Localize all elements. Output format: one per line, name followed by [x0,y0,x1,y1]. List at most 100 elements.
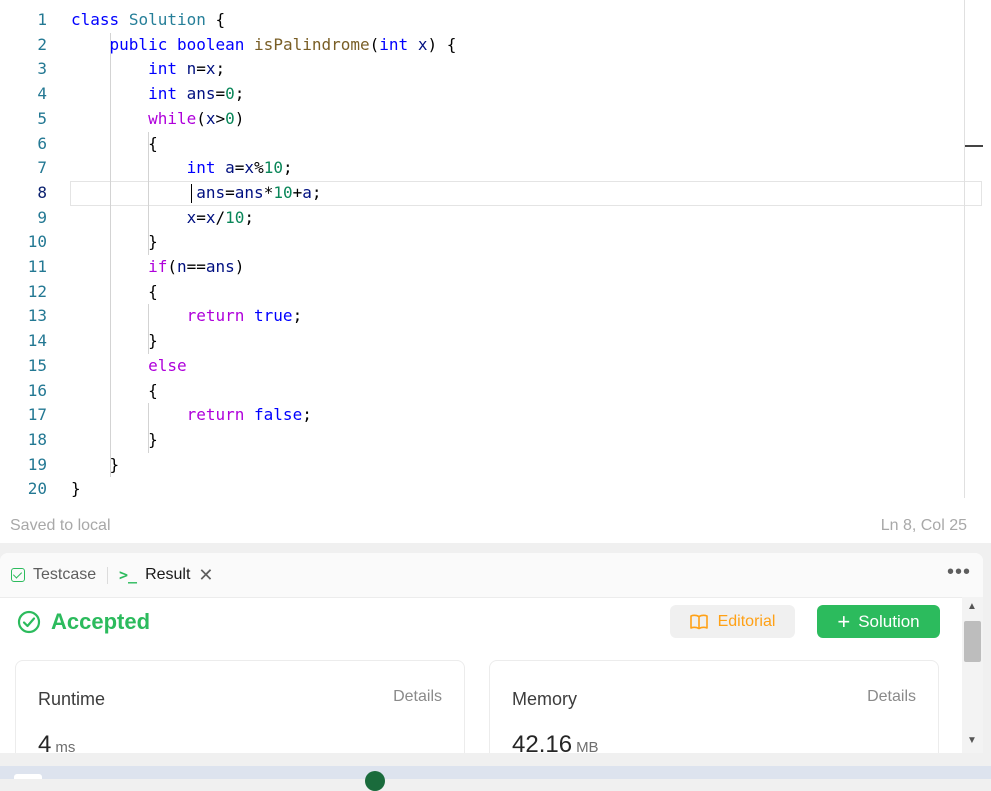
scroll-up-icon[interactable]: ▲ [967,601,977,612]
plus-icon: + [837,608,851,634]
line-number: 6 [37,133,47,153]
tab-result-label: Result [145,566,191,583]
code-text: { [71,380,158,400]
terminal-icon: >_ [119,566,138,584]
os-taskbar [0,766,991,791]
runtime-card: Runtime Details 4 ms [15,660,465,753]
line-number: 5 [37,108,47,128]
line-number: 9 [37,207,47,227]
code-line[interactable]: 11 if(n==ans) [0,255,982,280]
memory-details-link[interactable]: Details [867,688,916,706]
code-text: class Solution { [71,10,226,29]
tab-testcase-label: Testcase [33,566,97,583]
code-area[interactable]: 1 class Solution { 2 public boolean isPali… [0,8,982,498]
code-text: int a=x%10; [186,158,293,178]
book-icon [689,614,708,629]
code-text: } [71,429,158,449]
code-line[interactable]: 2 public boolean isPalindrome(int x) { [0,33,982,58]
code-text: if(n==ans) [148,257,245,276]
overview-ruler-cursor [965,145,983,147]
accepted-label: Accepted [51,609,151,634]
panel-tabbar: Testcase >_ Result ✕ ••• [0,553,983,598]
line-number: 7 [37,158,47,178]
line-number: 15 [27,355,47,375]
runtime-title: Runtime [38,689,106,709]
memory-unit: MB [576,739,599,753]
line-number: 12 [27,281,47,301]
code-text: } [71,479,81,498]
text-cursor [190,183,192,203]
code-line[interactable]: 3 int n=x; [0,57,982,82]
taskbar-app-icon[interactable] [365,771,385,791]
code-text: } [71,232,158,252]
line-number: 4 [37,84,47,104]
close-icon[interactable]: ✕ [198,565,213,586]
editorial-label: Editorial [717,612,776,630]
line-number: 19 [27,454,47,474]
panel-scrollbar[interactable]: ▲ ▼ [962,597,983,753]
line-number: 18 [27,429,47,449]
editor-scrollbar-track[interactable] [964,0,965,498]
runtime-number: 4 [38,731,52,753]
cursor-position: Ln 8, Col 25 [880,517,967,534]
memory-title: Memory [512,689,578,709]
save-status: Saved to local [10,517,111,534]
line-number: 14 [27,331,47,351]
line-number: 1 [37,10,47,29]
line-number: 2 [37,34,47,54]
line-number: 10 [27,232,47,252]
code-text: int n=x; [148,59,226,79]
result-panel: Testcase >_ Result ✕ ••• Accepted Editor… [0,553,983,753]
memory-number: 42.16 [512,731,573,753]
scroll-thumb[interactable] [964,621,981,662]
code-text: x=x/10; [186,207,255,227]
code-text: else [148,355,187,375]
indent-guide [148,403,150,453]
tab-divider [107,567,108,584]
scroll-down-icon[interactable]: ▼ [967,735,977,746]
code-text: return true; [186,306,303,326]
taskbar-item[interactable] [14,774,42,779]
solution-label: Solution [858,611,920,631]
line-number: 8 [37,182,47,202]
editorial-button[interactable]: Editorial [670,605,795,638]
runtime-details-link[interactable]: Details [393,688,442,706]
code-line[interactable]: 12 { [0,280,982,305]
runtime-value: 4 ms [38,731,75,753]
result-status: Accepted [17,609,150,635]
runtime-unit: ms [55,739,76,753]
code-text: { [71,281,158,301]
more-icon[interactable]: ••• [947,561,971,584]
code-text: } [71,331,158,351]
code-text: public boolean isPalindrome(int x) { [109,34,457,54]
line-number: 13 [27,306,47,326]
check-box-icon [11,568,25,582]
memory-value: 42.16 MB [512,731,599,753]
line-number: 16 [27,380,47,400]
code-line[interactable]: 15 else [0,354,982,379]
indent-guide [109,32,111,478]
code-line[interactable]: 1 class Solution { [0,8,982,33]
code-text: while(x>0) [148,108,245,128]
code-text: { [71,133,158,153]
solution-button[interactable]: + Solution [817,605,940,638]
tab-testcase[interactable]: Testcase [11,553,96,597]
check-circle-icon [17,610,41,634]
code-line[interactable]: 20} [0,477,982,498]
code-text: return false; [186,405,312,425]
code-line[interactable]: 19 } [0,453,982,478]
code-line[interactable]: 4 int ans=0; [0,82,982,107]
line-number: 11 [27,257,47,276]
code-text: } [71,454,120,474]
code-editor[interactable]: 1 class Solution { 2 public boolean isPali… [0,0,991,543]
tab-result[interactable]: >_ Result ✕ [119,553,214,597]
line-number: 17 [27,405,47,425]
indent-guide [148,131,150,255]
line-number: 20 [27,479,47,498]
indent-guide [148,304,150,354]
memory-card: Memory Details 42.16 MB [489,660,939,753]
code-line[interactable]: 5 while(x>0) [0,107,982,132]
code-text: int ans=0; [148,84,245,104]
line-number: 3 [37,59,47,79]
code-line[interactable]: 16 { [0,379,982,404]
